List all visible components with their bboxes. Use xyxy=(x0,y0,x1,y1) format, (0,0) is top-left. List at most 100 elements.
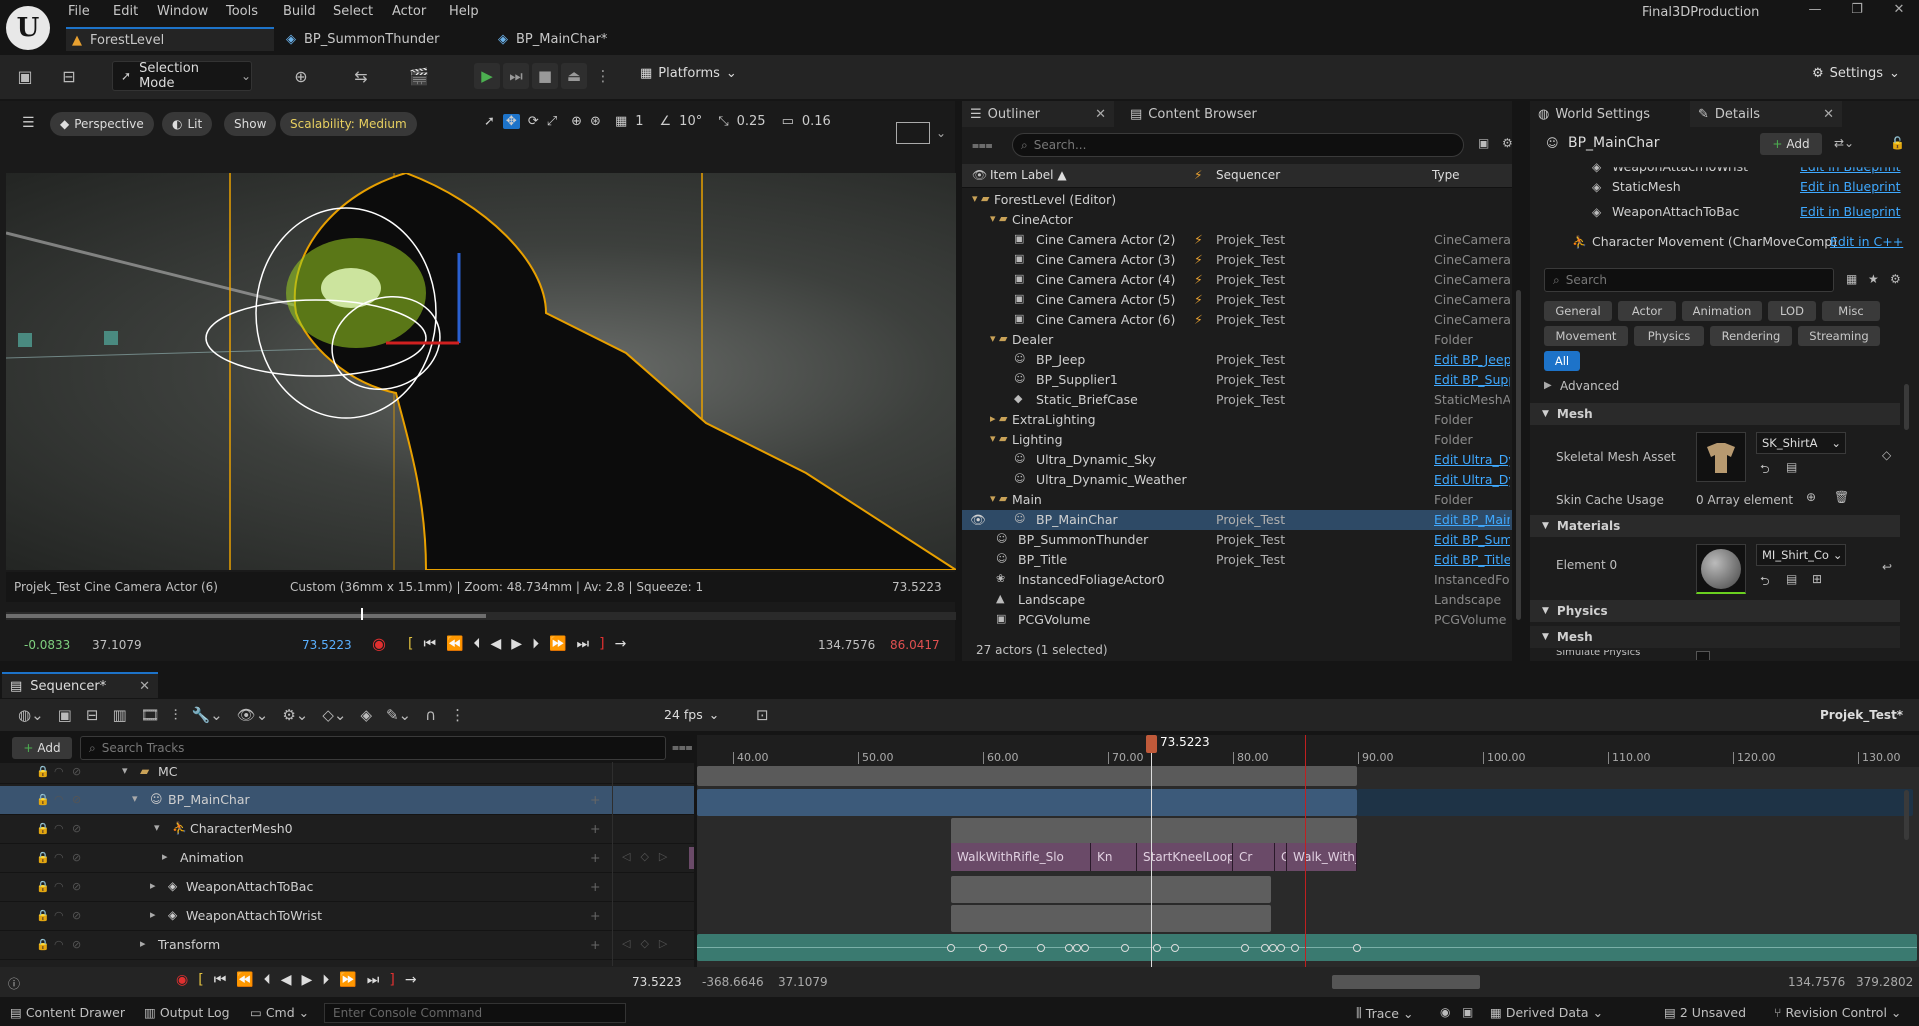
more-options-icon[interactable]: ⋮ xyxy=(450,706,465,724)
eye-icon[interactable]: ◠ xyxy=(54,938,64,951)
table-view-icon[interactable]: ▦ xyxy=(1846,272,1857,286)
chevron-down-icon[interactable]: ⌄ xyxy=(936,126,946,140)
sequencer-track-row[interactable]: 🔒 ◠ ⊘ ▾ ⛹ CharacterMesh0 + xyxy=(0,815,694,844)
timeline-scrollbar[interactable] xyxy=(1904,790,1909,840)
range-end[interactable]: 86.0417 xyxy=(890,638,940,652)
outliner-row[interactable]: ☺ BP_Title Projek_Test Edit BP_Title xyxy=(962,550,1512,570)
filter-chip-streaming[interactable]: Streaming xyxy=(1798,326,1880,346)
lock-icon[interactable]: 🔒 xyxy=(36,938,50,951)
section-physics-mesh[interactable]: ▼ Mesh xyxy=(1530,626,1900,648)
perspective-button[interactable]: ◆ Perspective xyxy=(50,112,154,136)
add-subtrack-icon[interactable]: + xyxy=(590,821,600,836)
outliner-row[interactable]: ▾ ▰ Lighting Folder xyxy=(962,430,1512,450)
close-window-button[interactable]: ✕ xyxy=(1884,2,1914,17)
key-nav-icon[interactable]: ◁◇▷ xyxy=(622,850,677,863)
lock-icon[interactable]: 🔒 xyxy=(36,822,50,835)
world-icon[interactable]: ◍⌄ xyxy=(18,706,44,724)
menu-window[interactable]: Window xyxy=(157,4,208,19)
tab-world-settings[interactable]: ◍ World Settings xyxy=(1530,101,1658,127)
keyframe[interactable] xyxy=(1171,944,1179,952)
select-tool-icon[interactable]: ➚ xyxy=(484,114,495,129)
next-frame-icon[interactable]: ⏵ xyxy=(532,636,539,652)
keyframe[interactable] xyxy=(1291,944,1299,952)
filter-icon[interactable]: ⩶ xyxy=(672,740,693,755)
view-range-slider[interactable] xyxy=(1332,975,1480,989)
prev-frame-icon[interactable]: ⏴ xyxy=(264,972,271,988)
solo-icon[interactable]: ⊘ xyxy=(72,765,81,778)
outliner-row[interactable]: ▾ ▰ ForestLevel (Editor) xyxy=(962,190,1512,210)
camera-cut-icon[interactable]: ▥ xyxy=(112,706,126,724)
show-button[interactable]: Show xyxy=(224,112,277,136)
animation-clip[interactable]: WalkWithRifle_Slo xyxy=(951,843,1091,871)
animation-clip[interactable]: C xyxy=(1275,843,1287,871)
keyframe-icon[interactable]: ◇ xyxy=(1882,448,1891,462)
section-mesh[interactable]: ▼ Mesh xyxy=(1530,403,1900,425)
play-reverse-icon[interactable]: ◀ xyxy=(281,972,292,988)
animation-clip[interactable]: Cr xyxy=(1233,843,1275,871)
jump-end-icon[interactable]: ⏭ xyxy=(577,636,590,652)
derived-data-dropdown[interactable]: ▦ Derived Data ⌄ xyxy=(1490,1005,1603,1020)
solo-icon[interactable]: ⊘ xyxy=(72,793,81,806)
scale-snap-icon[interactable]: ⤡ xyxy=(718,114,728,129)
set-start-icon[interactable]: [ xyxy=(198,972,203,988)
keyframe[interactable] xyxy=(999,944,1007,952)
sequencer-track-row[interactable]: 🔒 ◠ ⊘ ▾ ▰ MC xyxy=(0,762,694,784)
next-frame-icon[interactable]: ⏵ xyxy=(322,972,329,988)
content-browse-icon[interactable]: ⊟ xyxy=(58,66,80,88)
output-log-button[interactable]: ▥ Output Log xyxy=(144,1005,230,1020)
sequencer-track-row[interactable]: 🔒 ◠ ⊘ ▸ ◈ WeaponAttachToBac + xyxy=(0,873,694,902)
section-materials[interactable]: ▼ Materials xyxy=(1530,515,1900,537)
use-selected-icon[interactable]: ⮌ xyxy=(1760,460,1770,481)
filter-icon[interactable]: ⩶ xyxy=(972,138,993,153)
outliner-row[interactable]: ☺ Ultra_Dynamic_Weather Edit Ultra_Dy xyxy=(962,470,1512,490)
play-icon[interactable]: ▶ xyxy=(511,636,522,652)
sequencer-playhead-handle[interactable] xyxy=(1146,735,1157,753)
skeletal-mesh-thumbnail[interactable] xyxy=(1696,432,1746,482)
add-component-button[interactable]: + Add xyxy=(1760,133,1822,155)
add-subtrack-icon[interactable]: + xyxy=(590,937,600,952)
weaponattachtobac-section[interactable] xyxy=(951,876,1271,903)
hamburger-menu-icon[interactable]: ☰ xyxy=(22,115,35,131)
save-sequence-icon[interactable]: ▣ xyxy=(58,706,72,724)
selection-mode-dropdown[interactable]: ➚ Selection Mode ⌄ xyxy=(112,61,252,91)
component-edit-link[interactable]: Edit in Blueprint xyxy=(1800,204,1901,219)
outliner-row[interactable]: ▾ ▰ Dealer Folder xyxy=(962,330,1512,350)
outliner-row[interactable]: ▣ Cine Camera Actor (4) ⚡ Projek_Test CineCa… xyxy=(962,270,1512,290)
sequencer-track-row[interactable]: 🔒 ◠ ⊘ ▸ ◈ WeaponAttachToWrist + xyxy=(0,902,694,931)
timebar-playhead[interactable] xyxy=(361,608,363,620)
keyframe[interactable] xyxy=(1065,944,1073,952)
sequencer-track-row[interactable]: 🔒 ◠ ⊘ ▸ Animation + ◁◇▷ xyxy=(0,844,694,873)
solo-icon[interactable]: ⊘ xyxy=(72,909,81,922)
tab-details[interactable]: ✎ Details ✕ xyxy=(1690,101,1842,127)
bp-mainchar-section[interactable] xyxy=(697,789,1357,816)
add-subtrack-icon[interactable]: + xyxy=(590,908,600,923)
surface-snap-icon[interactable]: ⊛ xyxy=(590,114,601,129)
next-key-icon[interactable]: ⏩ xyxy=(549,636,566,652)
outliner-type-value[interactable]: Edit BP_Title xyxy=(1434,552,1510,567)
col-type[interactable]: Type xyxy=(1432,168,1460,182)
filter-chip-misc[interactable]: Misc xyxy=(1822,301,1880,321)
prev-frame-icon[interactable]: ⏴ xyxy=(474,636,481,652)
col-sequencer[interactable]: Sequencer xyxy=(1216,168,1280,182)
expand-arrow-icon[interactable]: ▸ xyxy=(150,879,156,892)
blueprint-options-icon[interactable]: ⇄⌄ xyxy=(1834,136,1854,150)
outliner-row[interactable]: ▣ PCGVolume PCGVolume xyxy=(962,610,1512,630)
viewport-timebar[interactable] xyxy=(6,608,956,620)
gear-icon[interactable]: ⚙ xyxy=(1890,272,1901,286)
set-end-icon[interactable]: ] xyxy=(389,972,394,988)
outliner-row[interactable]: 👁 ☺ BP_MainChar Projek_Test Edit BP_Main xyxy=(962,510,1512,530)
record-icon[interactable]: ◉ xyxy=(372,634,386,653)
eye-icon[interactable]: ◠ xyxy=(54,793,64,806)
record-trace-icon[interactable]: ◉ xyxy=(1440,1005,1450,1019)
grid-value[interactable]: 1 xyxy=(635,114,643,129)
skip-frame-button[interactable]: ⏭ xyxy=(503,63,529,89)
snapshot-icon[interactable]: ▣ xyxy=(1462,1005,1473,1019)
menu-select[interactable]: Select xyxy=(333,4,373,19)
outliner-type-value[interactable]: Edit Ultra_Dy xyxy=(1434,472,1510,487)
details-search-input[interactable]: ⌕ Search xyxy=(1544,268,1834,292)
blueprint-menu-icon[interactable]: ⇆ xyxy=(350,66,372,88)
outliner-row[interactable]: ▣ Cine Camera Actor (3) ⚡ Projek_Test CineCa… xyxy=(962,250,1512,270)
charactermesh-section[interactable] xyxy=(951,818,1357,845)
view-in[interactable]: 37.1079 xyxy=(778,975,828,989)
skeletal-mesh-picker[interactable]: SK_ShirtA ⌄ xyxy=(1756,432,1846,454)
